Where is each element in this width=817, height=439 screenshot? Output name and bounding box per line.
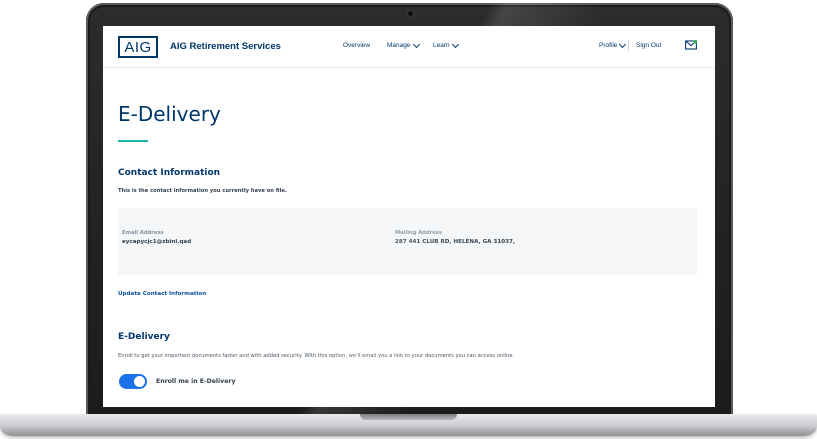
chevron-down-icon xyxy=(412,40,420,49)
laptop-notch xyxy=(360,414,457,420)
aig-logo[interactable]: AIG xyxy=(118,36,158,58)
sign-out-label: Sign Out xyxy=(636,42,662,49)
page-title: E-Delivery xyxy=(118,102,221,126)
edelivery-heading: E-Delivery xyxy=(118,332,170,342)
nav-overview-label: Overview xyxy=(343,42,371,49)
nav-overview[interactable]: Overview xyxy=(343,42,370,49)
edelivery-description: Enroll to get your important documents f… xyxy=(118,353,515,359)
edelivery-toggle[interactable] xyxy=(119,374,147,389)
title-underline xyxy=(118,140,148,142)
edelivery-toggle-label: Enroll me in E-Delivery xyxy=(156,378,236,385)
nav-manage[interactable]: Manage xyxy=(387,40,420,49)
contact-heading: Contact Information xyxy=(118,168,221,178)
email-value: eycapycjc1@zbinl.qad xyxy=(122,239,192,245)
sign-out-link[interactable]: Sign Out xyxy=(636,42,661,49)
chevron-down-icon xyxy=(451,40,459,49)
nav-manage-label: Manage xyxy=(387,42,411,49)
webcam xyxy=(408,11,413,16)
contact-info-panel: Email Address eycapycjc1@zbinl.qad Maili… xyxy=(118,208,697,275)
email-label: Email Address xyxy=(122,230,164,236)
contact-subtitle: This is the contact information you curr… xyxy=(118,188,287,194)
header-divider xyxy=(628,40,629,52)
profile-menu[interactable]: Profile xyxy=(599,40,627,49)
nav-learn[interactable]: Learn xyxy=(433,40,459,49)
brand-name: AIG Retirement Services xyxy=(170,41,281,52)
toggle-knob xyxy=(133,375,146,388)
nav-learn-label: Learn xyxy=(433,42,450,49)
logo-text: AIG xyxy=(124,38,152,56)
mailing-address-value: 287 441 CLUB RD, HELENA, GA 31037, xyxy=(395,239,516,245)
screen: AIG AIG Retirement Services Overview Man… xyxy=(103,26,715,407)
messages-icon[interactable] xyxy=(685,40,697,50)
mailing-address-label: Mailing Address xyxy=(395,230,442,236)
chevron-down-icon xyxy=(619,40,627,49)
profile-label: Profile xyxy=(599,42,618,49)
site-header: AIG AIG Retirement Services Overview Man… xyxy=(103,26,715,68)
update-contact-link[interactable]: Update Contact Information xyxy=(118,291,206,297)
